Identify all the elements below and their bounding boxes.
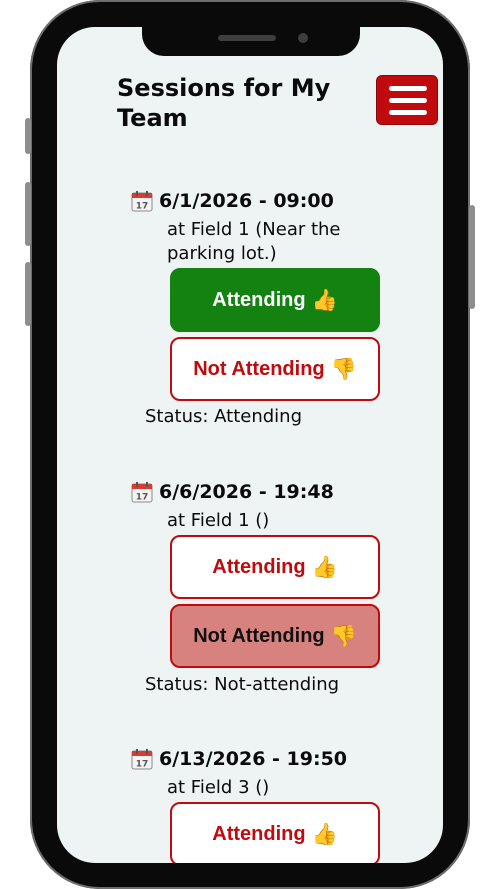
- svg-text:17: 17: [136, 493, 149, 503]
- app-screen: Sessions for My Team 17 6/1/2026 - 09:00…: [57, 27, 443, 863]
- menu-button[interactable]: [376, 75, 438, 125]
- attending-label: Attending: [212, 288, 306, 311]
- calendar-icon: 17: [131, 482, 153, 503]
- session-datetime-text: 6/1/2026 - 09:00: [159, 190, 334, 212]
- session-datetime: 17 6/6/2026 - 19:48: [131, 481, 334, 503]
- session-status: Status: Not-attending: [145, 674, 340, 695]
- thumbs-up-icon: 👍: [311, 822, 338, 846]
- attending-button[interactable]: Attending 👍: [170, 535, 380, 599]
- phone-volume-up: [25, 182, 31, 246]
- attending-button[interactable]: Attending 👍: [170, 268, 380, 332]
- session-datetime-text: 6/6/2026 - 19:48: [159, 481, 334, 503]
- svg-text:17: 17: [136, 202, 149, 212]
- thumbs-up-icon: 👍: [311, 288, 338, 312]
- session-datetime: 17 6/1/2026 - 09:00: [131, 190, 334, 212]
- svg-text:17: 17: [136, 760, 149, 770]
- session-location: at Field 1 (Near the parking lot.): [167, 219, 341, 264]
- phone-mute-switch: [25, 118, 31, 154]
- thumbs-down-icon: 👎: [330, 357, 357, 381]
- thumbs-up-icon: 👍: [311, 555, 338, 579]
- not-attending-label: Not Attending: [193, 357, 325, 380]
- thumbs-down-icon: 👎: [330, 624, 357, 648]
- calendar-icon: 17: [131, 191, 153, 212]
- calendar-icon: 17: [131, 749, 153, 770]
- page-title: Sessions for My Team: [117, 74, 331, 132]
- attending-button[interactable]: Attending 👍: [170, 802, 380, 863]
- session-status: Status: Attending: [145, 406, 302, 427]
- not-attending-label: Not Attending: [193, 624, 325, 647]
- session-location: at Field 3 (): [167, 777, 270, 798]
- front-camera: [298, 33, 308, 43]
- attending-label: Attending: [212, 555, 306, 578]
- session-datetime-text: 6/13/2026 - 19:50: [159, 748, 348, 770]
- not-attending-button[interactable]: Not Attending 👎: [170, 604, 380, 668]
- not-attending-button[interactable]: Not Attending 👎: [170, 337, 380, 401]
- phone-power-button: [469, 205, 475, 309]
- speaker-grille: [218, 35, 276, 41]
- phone-volume-down: [25, 262, 31, 326]
- session-datetime: 17 6/13/2026 - 19:50: [131, 748, 347, 770]
- phone-notch: [142, 22, 360, 56]
- session-location: at Field 1 (): [167, 510, 270, 531]
- attending-label: Attending: [212, 822, 306, 845]
